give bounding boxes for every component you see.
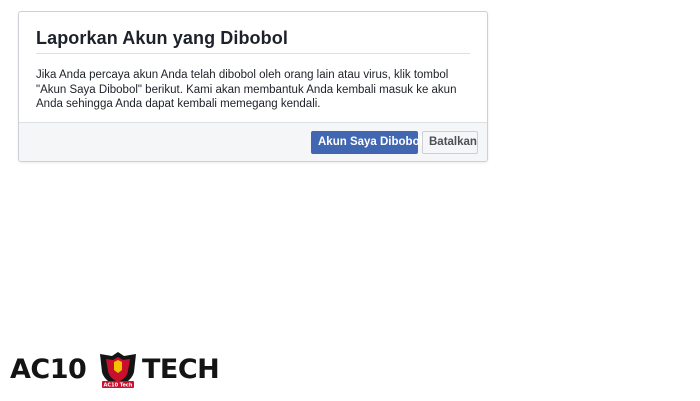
shield-emblem-icon: AC10 Tech: [100, 352, 136, 389]
dialog-footer: Akun Saya Dibobol Batalkan: [19, 122, 487, 161]
cancel-button[interactable]: Batalkan: [422, 131, 478, 154]
report-hacked-dialog: Laporkan Akun yang Dibobol Jika Anda per…: [18, 11, 488, 162]
logo-badge-text: AC10 Tech: [104, 383, 133, 389]
dialog-title: Laporkan Akun yang Dibobol: [36, 28, 288, 48]
dialog-header: Laporkan Akun yang Dibobol: [36, 26, 470, 54]
logo-text-left: AC10: [10, 354, 87, 385]
dialog-message: Jika Anda percaya akun Anda telah dibobo…: [36, 69, 457, 110]
logo-text-right: TECH: [142, 354, 220, 385]
account-hacked-button[interactable]: Akun Saya Dibobol: [311, 131, 423, 154]
ac10-tech-watermark-logo: AC10 AC10 Tech TECH: [10, 350, 220, 390]
